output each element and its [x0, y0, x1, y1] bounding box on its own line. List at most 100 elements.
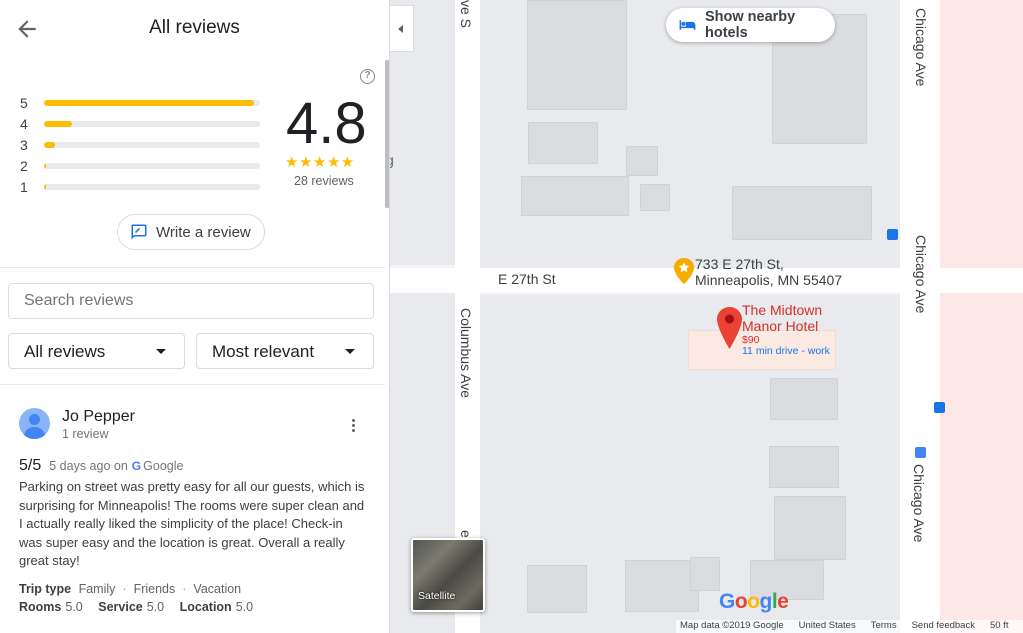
map-data-attribution: Map data ©2019 Google	[680, 620, 784, 631]
saved-place-star-icon[interactable]	[674, 258, 694, 284]
overall-rating: 4.8	[286, 91, 367, 156]
reviews-panel: All reviews ? 5 4 3 2 1 4.8 ★★★★★ 28 rev…	[0, 0, 390, 633]
caret-down-icon	[345, 349, 355, 354]
review-date: 5 days ago on	[49, 459, 128, 473]
hotel-name-line: Manor Hotel	[742, 318, 819, 334]
hotel-name[interactable]: The Midtown Manor Hotel	[742, 302, 822, 334]
street-label: Chicago Ave	[911, 464, 927, 543]
help-icon[interactable]: ?	[360, 69, 375, 84]
scale-label[interactable]: 50 ft	[990, 620, 1009, 633]
rating-service: Service 5.0	[98, 600, 164, 614]
histogram-row-2: 2	[18, 155, 268, 176]
panel-scrollbar[interactable]	[385, 60, 389, 208]
separator-dot: ·	[182, 582, 187, 596]
map-building	[626, 146, 658, 176]
send-feedback-link[interactable]: Send feedback	[912, 620, 975, 633]
search-reviews-input[interactable]	[9, 284, 373, 318]
histogram-track	[44, 100, 260, 106]
histogram-fill	[44, 163, 47, 169]
transit-stop-icon[interactable]	[887, 229, 898, 240]
avatar-body	[24, 427, 45, 439]
sort-dropdown[interactable]: Most relevant	[196, 333, 374, 369]
street-label: ve S	[458, 0, 474, 29]
address-line-1: 733 E 27th St,	[695, 256, 784, 272]
street-label: Columbus Ave	[458, 308, 474, 399]
hotel-drive-time: 11 min drive - work	[742, 345, 830, 357]
histogram-fill	[44, 184, 47, 190]
map-building	[690, 557, 720, 591]
trip-type-value: Family	[78, 582, 116, 596]
transit-stop-icon[interactable]	[934, 402, 945, 413]
reviewer-name[interactable]: Jo Pepper	[62, 408, 135, 426]
trip-type-row: Trip type Family · Friends · Vacation	[19, 580, 265, 598]
sort-dropdown-label: Most relevant	[212, 342, 315, 361]
region-link[interactable]: United States	[799, 620, 856, 633]
divider	[0, 384, 385, 385]
street-label: E 27th St	[498, 271, 556, 287]
collapse-panel-button[interactable]	[390, 5, 414, 52]
map-building	[528, 122, 598, 164]
histogram-fill	[44, 100, 254, 106]
histogram-label: 3	[20, 137, 28, 153]
avatar[interactable]	[19, 408, 50, 439]
rating-rooms: Rooms 5.0	[19, 600, 83, 614]
rating-location: Location 5.0	[180, 600, 253, 614]
filter-dropdown-label: All reviews	[24, 342, 106, 361]
map-building	[774, 496, 846, 560]
map-building	[625, 560, 699, 612]
histogram-fill	[44, 121, 73, 127]
review-meta: 5/5 5 days ago on G Google	[19, 457, 183, 475]
address-line-2: Minneapolis, MN 55407	[695, 272, 843, 288]
trip-type-value: Vacation	[193, 582, 242, 596]
reviewer-review-count: 1 review	[62, 427, 109, 441]
satellite-toggle[interactable]: Satellite	[411, 538, 485, 612]
street-label: Chicago Ave	[913, 235, 929, 314]
map-building	[732, 186, 872, 240]
google-g-icon: G	[131, 459, 142, 473]
map-building	[770, 378, 838, 420]
histogram-label: 2	[20, 158, 28, 174]
map-building	[521, 176, 629, 216]
rating-label: Location	[179, 600, 232, 614]
terms-link[interactable]: Terms	[871, 620, 897, 633]
separator-dot: ·	[122, 582, 127, 596]
map-building	[640, 184, 670, 211]
show-nearby-hotels-button[interactable]: Show nearby hotels	[666, 8, 835, 42]
histogram-track	[44, 184, 260, 190]
filter-dropdown[interactable]: All reviews	[8, 333, 185, 369]
street-label: Chicago Ave	[913, 8, 929, 87]
bike-icon[interactable]	[915, 447, 926, 458]
map-canvas[interactable]: ve S g E 27th St Columbus Ave e S Chicag…	[390, 0, 1023, 633]
histogram-label: 1	[20, 179, 28, 195]
satellite-label: Satellite	[418, 590, 456, 602]
histogram-label: 4	[20, 116, 28, 132]
chevron-left-icon	[398, 25, 403, 33]
rating-histogram: 5 4 3 2 1	[18, 92, 268, 197]
rating-value: 5.0	[65, 600, 83, 614]
rating-value: 5.0	[146, 600, 165, 614]
map-building	[527, 565, 587, 613]
map-building	[527, 0, 627, 110]
write-review-button[interactable]: Write a review	[117, 214, 265, 250]
write-review-label: Write a review	[156, 223, 251, 241]
street-label: g	[390, 152, 394, 168]
histogram-label: 5	[20, 95, 28, 111]
histogram-track	[44, 142, 260, 148]
histogram-track	[44, 163, 260, 169]
star-rating: ★★★★★	[285, 154, 355, 171]
more-options-icon[interactable]	[346, 417, 360, 435]
search-reviews-field[interactable]	[8, 283, 374, 319]
category-ratings-row: Rooms 5.0 Service 5.0 Location 5.0	[19, 598, 265, 616]
histogram-track	[44, 121, 260, 127]
map-footer: Map data ©2019 Google United States Term…	[676, 620, 1023, 633]
rating-label: Rooms	[19, 600, 62, 614]
map-building	[769, 446, 839, 488]
rating-value: 5.0	[235, 600, 254, 614]
review-attributes: Trip type Family · Friends · Vacation Rooms 5…	[19, 580, 265, 616]
location-pin-icon[interactable]	[717, 307, 742, 349]
trip-type-value: Friends	[133, 582, 176, 596]
caret-down-icon	[156, 349, 166, 354]
divider	[0, 267, 385, 268]
review-source: Google	[143, 459, 184, 473]
review-count: 28 reviews	[294, 174, 354, 188]
